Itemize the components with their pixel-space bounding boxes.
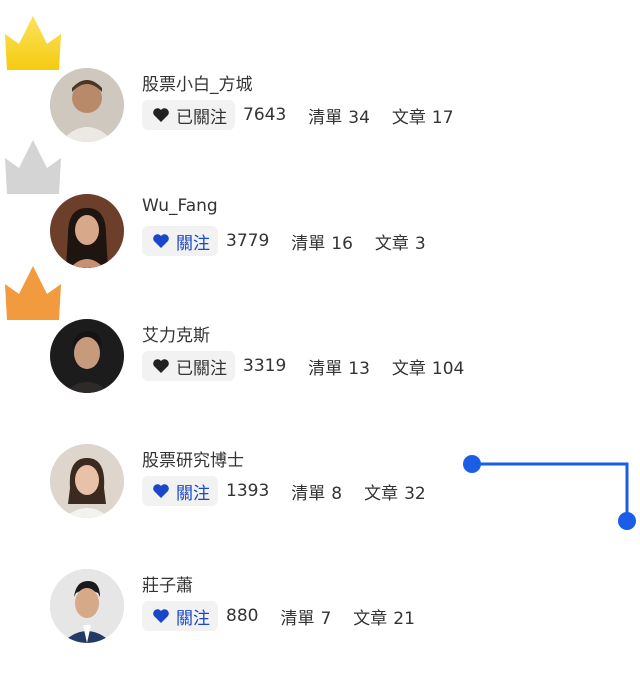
user-name[interactable]: 股票研究博士 xyxy=(142,446,244,471)
lists-label: 清單 xyxy=(280,608,315,629)
followed-button[interactable]: 已關注 xyxy=(142,351,235,381)
user-stats: 已關注 7643 清單 34 文章 17 xyxy=(142,100,476,130)
articles-stat[interactable]: 文章 104 xyxy=(392,354,464,379)
lists-count: 8 xyxy=(331,483,343,504)
connector-line[interactable] xyxy=(462,454,640,534)
articles-stat[interactable]: 文章 32 xyxy=(364,479,426,504)
heart-icon xyxy=(153,234,169,248)
connector-end-handle[interactable] xyxy=(618,512,636,530)
avatar[interactable] xyxy=(50,569,124,643)
follow-button[interactable]: 關注 xyxy=(142,226,218,256)
user-stats: 關注 1393 清單 8 文章 32 xyxy=(142,476,448,506)
lists-count: 34 xyxy=(348,107,370,128)
articles-count: 104 xyxy=(431,358,465,379)
connector-start-handle[interactable] xyxy=(463,455,481,473)
articles-label: 文章 xyxy=(353,608,388,629)
articles-count: 32 xyxy=(404,483,426,504)
user-name[interactable]: 股票小白_方城 xyxy=(142,70,253,95)
heart-icon xyxy=(153,609,169,623)
user-stats: 關注 880 清單 7 文章 21 xyxy=(142,601,437,631)
articles-stat[interactable]: 文章 17 xyxy=(392,103,454,128)
articles-count: 17 xyxy=(431,107,454,128)
follow-label: 關注 xyxy=(176,233,210,254)
lists-stat[interactable]: 清單 7 xyxy=(280,604,331,629)
gold-crown-icon xyxy=(3,14,63,70)
user-name[interactable]: 艾力克斯 xyxy=(142,321,210,346)
lists-stat[interactable]: 清單 13 xyxy=(308,354,370,379)
articles-stat[interactable]: 文章 3 xyxy=(375,229,426,254)
followers-count: 880 xyxy=(226,606,259,626)
user-stats: 關注 3779 清單 16 文章 3 xyxy=(142,226,448,256)
lists-stat[interactable]: 清單 34 xyxy=(308,103,370,128)
user-row[interactable]: Wu_Fang 關注 3779 清單 16 文章 3 xyxy=(0,192,640,282)
lists-stat[interactable]: 清單 8 xyxy=(291,479,342,504)
avatar[interactable] xyxy=(50,68,124,142)
lists-label: 清單 xyxy=(291,483,326,504)
articles-stat[interactable]: 文章 21 xyxy=(353,604,415,629)
follow-label: 關注 xyxy=(176,608,210,629)
user-name[interactable]: 莊子蕭 xyxy=(142,571,193,596)
user-name[interactable]: Wu_Fang xyxy=(142,196,218,216)
user-row[interactable]: 艾力克斯 已關注 3319 清單 13 文章 104 xyxy=(0,317,640,407)
follow-label: 已關注 xyxy=(176,107,227,128)
lists-label: 清單 xyxy=(308,107,343,128)
follow-label: 關注 xyxy=(176,483,210,504)
user-stats: 已關注 3319 清單 13 文章 104 xyxy=(142,351,486,381)
avatar[interactable] xyxy=(50,319,124,393)
user-row[interactable]: 莊子蕭 關注 880 清單 7 文章 21 xyxy=(0,567,640,657)
articles-label: 文章 xyxy=(391,358,426,379)
avatar[interactable] xyxy=(50,444,124,518)
followed-button[interactable]: 已關注 xyxy=(142,100,235,130)
lists-label: 清單 xyxy=(308,358,343,379)
avatar[interactable] xyxy=(50,194,124,268)
heart-icon xyxy=(153,359,169,373)
lists-count: 13 xyxy=(348,358,370,379)
follow-button[interactable]: 關注 xyxy=(142,476,218,506)
lists-stat[interactable]: 清單 16 xyxy=(291,229,353,254)
articles-label: 文章 xyxy=(364,483,399,504)
lists-count: 16 xyxy=(331,233,353,254)
follow-label: 已關注 xyxy=(176,358,227,379)
follow-button[interactable]: 關注 xyxy=(142,601,218,631)
heart-icon xyxy=(153,108,169,122)
followers-count: 3779 xyxy=(226,231,270,251)
articles-label: 文章 xyxy=(374,233,409,254)
user-row[interactable]: 股票小白_方城 已關注 7643 清單 34 文章 17 xyxy=(0,66,640,156)
followers-count: 3319 xyxy=(243,356,287,376)
lists-label: 清單 xyxy=(291,233,326,254)
followers-count: 7643 xyxy=(243,105,287,125)
articles-count: 21 xyxy=(393,608,415,629)
heart-icon xyxy=(153,484,169,498)
lists-count: 7 xyxy=(320,608,332,629)
articles-count: 3 xyxy=(414,233,426,254)
followers-count: 1393 xyxy=(226,481,270,501)
articles-label: 文章 xyxy=(391,107,426,128)
